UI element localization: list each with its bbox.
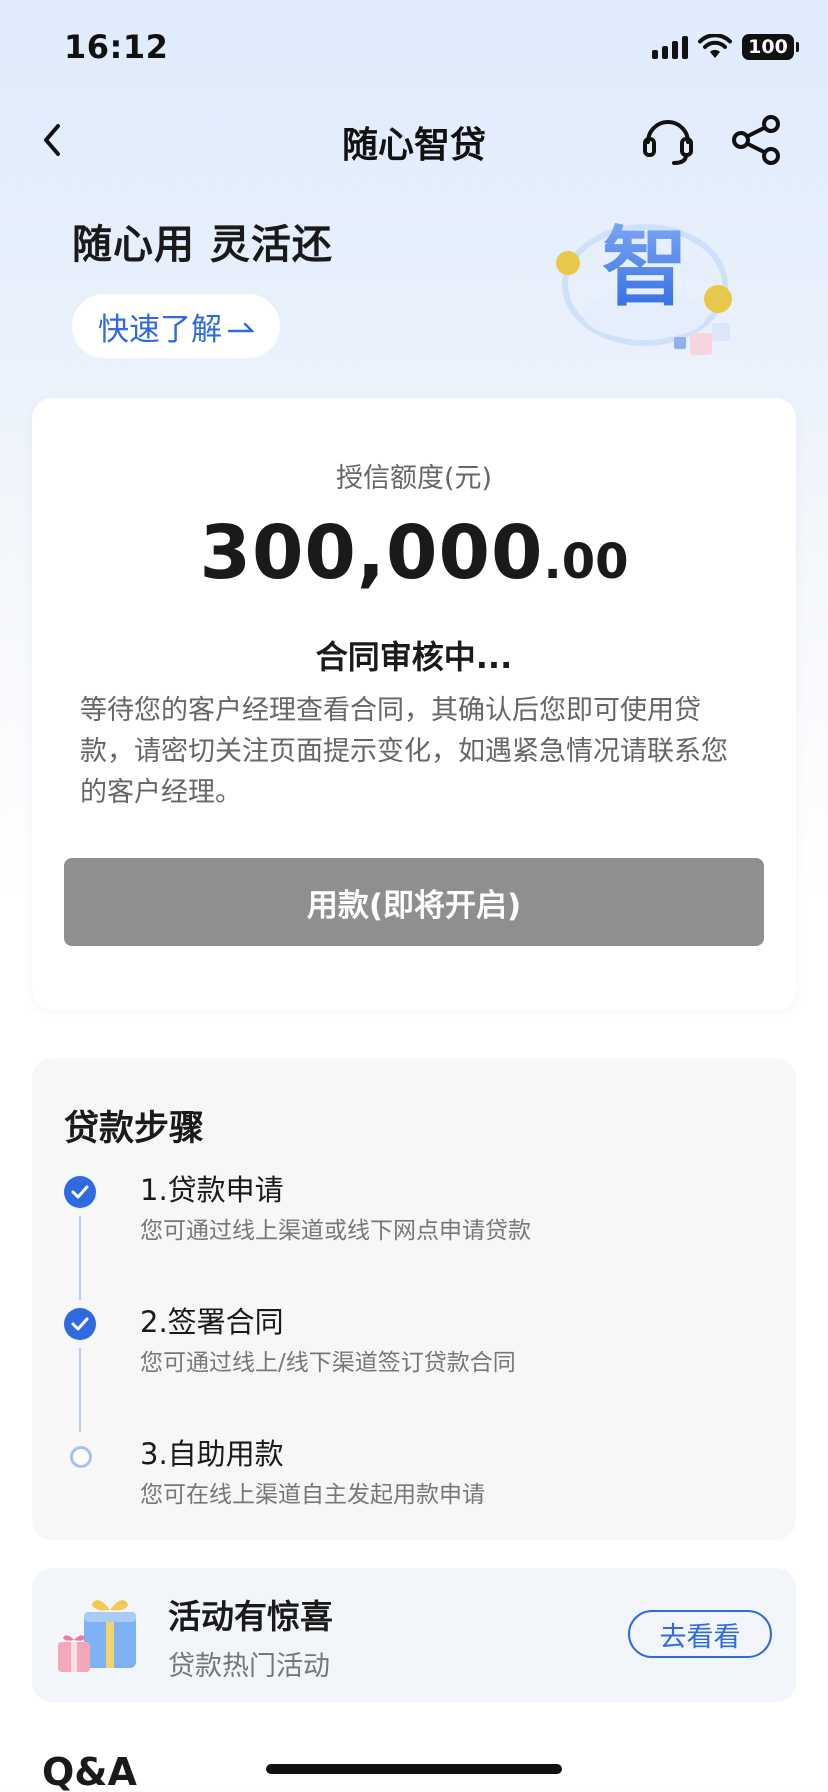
status-icons: 100 <box>652 34 799 60</box>
credit-amount-decimal: .00 <box>543 534 629 590</box>
step-connector <box>79 1216 81 1300</box>
learn-more-label: 快速了解 <box>98 311 222 348</box>
contract-status-description: 等待您的客户经理查看合同，其确认后您即可使用贷款，请密切关注页面提示变化，如遇紧… <box>80 695 728 808</box>
step-name: 1.贷款申请 <box>140 1173 284 1207</box>
step-name: 3.自助用款 <box>140 1437 284 1471</box>
check-icon <box>64 1308 96 1340</box>
cellular-signal-icon <box>652 35 688 59</box>
step-item: 2.签署合同 您可通过线上/线下渠道签订贷款合同 <box>64 1302 764 1432</box>
use-loan-button[interactable]: 用款(即将开启) <box>64 858 764 946</box>
battery-icon: 100 <box>742 34 799 60</box>
learn-more-button[interactable]: 快速了解 <box>72 294 280 358</box>
page-title: 随心智贷 <box>341 125 486 166</box>
share-icon <box>732 115 780 165</box>
loan-steps-title: 贷款步骤 <box>64 1109 205 1149</box>
customer-service-button[interactable] <box>640 112 696 168</box>
svg-text:智: 智 <box>602 218 688 318</box>
step-name: 2.签署合同 <box>140 1305 284 1339</box>
promo-subtitle: 贷款热门活动 <box>168 1651 330 1682</box>
contract-status-title: 合同审核中... <box>315 638 513 676</box>
step-description: 您可通过线上/线下渠道签订贷款合同 <box>140 1350 516 1376</box>
status-bar: 16:12 100 <box>0 0 828 100</box>
view-promo-button[interactable]: 去看看 <box>628 1610 772 1658</box>
headset-icon <box>643 120 693 165</box>
step-item: 1.贷款申请 您可通过线上渠道或线下网点申请贷款 <box>64 1170 764 1300</box>
loan-steps-card: 贷款步骤 1.贷款申请 您可通过线上渠道或线下网点申请贷款 2.签署合同 您可通… <box>32 1058 796 1540</box>
share-button[interactable] <box>728 112 784 168</box>
promo-banner[interactable]: 活动有惊喜 贷款热门活动 去看看 <box>32 1568 796 1702</box>
home-indicator[interactable] <box>266 1764 562 1774</box>
step-description: 您可通过线上渠道或线下网点申请贷款 <box>140 1218 531 1244</box>
hero-slogan: 随心用 灵活还 <box>72 222 333 268</box>
step-connector <box>79 1348 81 1432</box>
credit-amount-integer: 300,000 <box>199 510 544 596</box>
status-time: 16:12 <box>64 28 169 66</box>
hero-illustration: 智 <box>556 218 732 355</box>
check-icon <box>64 1176 96 1208</box>
arrow-right-icon <box>228 322 254 333</box>
promo-title: 活动有惊喜 <box>168 1597 333 1636</box>
gift-icon <box>58 1600 136 1672</box>
credit-limit-amount: 300,000.00 <box>32 510 796 596</box>
wifi-icon <box>698 34 732 58</box>
pending-circle-icon <box>70 1446 92 1468</box>
credit-limit-label: 授信额度(元) <box>335 463 493 494</box>
step-description: 您可在线上渠道自主发起用款申请 <box>140 1482 485 1508</box>
credit-card: 授信额度(元) 300,000.00 合同审核中... 等待您的客户经理查看合同… <box>32 398 796 1010</box>
qa-section-title: Q&A <box>42 1750 137 1792</box>
step-item: 3.自助用款 您可在线上渠道自主发起用款申请 <box>64 1434 764 1544</box>
nav-bar: 随心智贷 <box>0 100 828 180</box>
